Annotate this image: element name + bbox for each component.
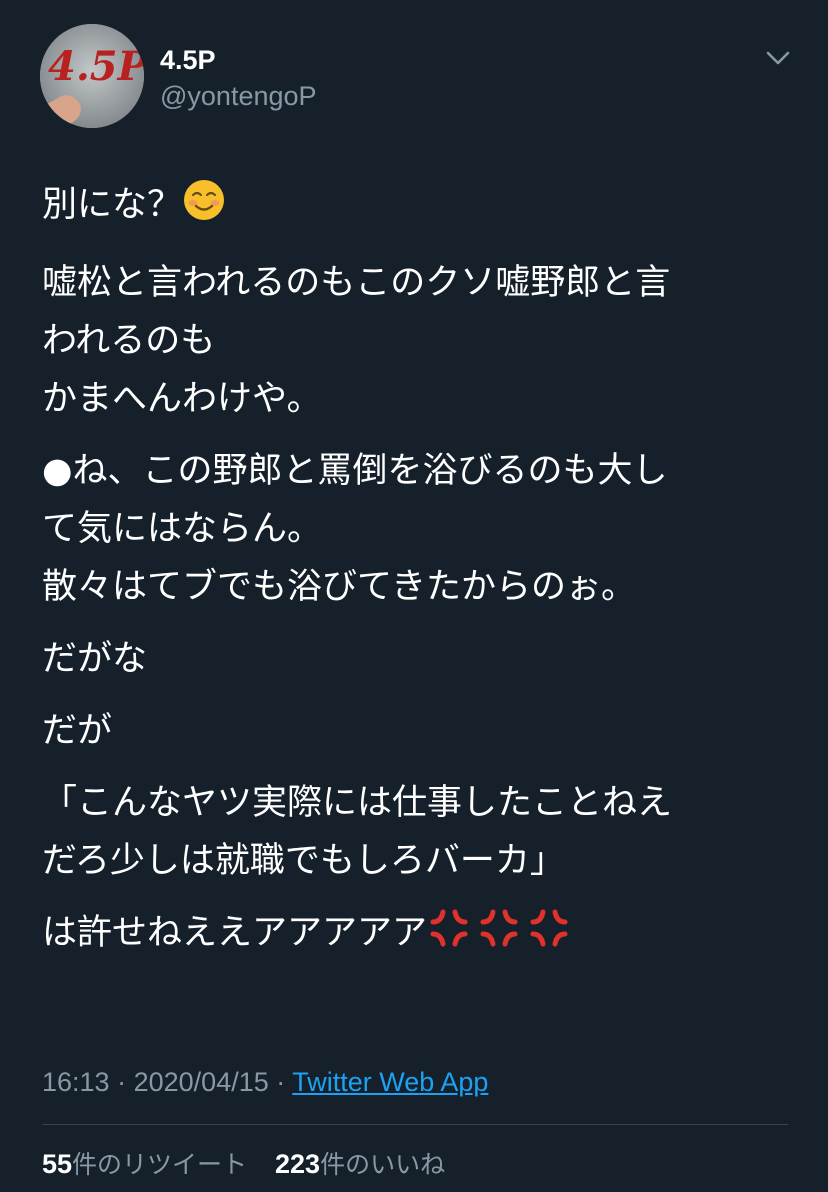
meta-separator: · <box>117 1067 127 1097</box>
tweet-line: は許せねええアアアアア <box>42 913 428 953</box>
anger-symbol-icon <box>477 906 521 968</box>
tweet-paragraph: 「こんなヤツ実際には仕事したことねえ だろ少しは就職でもしろバーカ」 <box>42 774 802 890</box>
tweet-paragraph: ●ね、この野郎と罵倒を浴びるのも大し て気にはならん。 散々はてブでも浴びてきた… <box>42 442 802 616</box>
tweet-time: 16:13 <box>42 1067 110 1097</box>
tweet-header: 4.5P 4.5P @yontengoP <box>40 24 800 128</box>
avatar[interactable]: 4.5P <box>40 24 144 128</box>
tweet-stats: 55件のリツイート 223件のいいね <box>42 1146 465 1183</box>
divider <box>42 1124 788 1125</box>
avatar-lettering: 4.5P <box>48 43 144 90</box>
tweet-paragraph: 嘘松と言われるのもこのクソ嘘野郎と言 われるのも かまへんわけや。 <box>42 254 802 428</box>
tweet-paragraph: 別にな？ <box>42 176 802 240</box>
avatar-image: 4.5P <box>40 24 144 128</box>
anger-symbol-icon <box>527 906 571 968</box>
like-label: 件のいいね <box>320 1150 446 1179</box>
retweet-count: 55 <box>42 1149 73 1179</box>
tweet-line: 別にな？ <box>42 185 183 225</box>
user-handle[interactable]: @yontengoP <box>160 80 317 112</box>
tweet-paragraph: だがな <box>42 630 802 688</box>
anger-emoji-group <box>427 909 577 953</box>
tweet-line: だがな <box>42 639 148 679</box>
tweet-meta: 16:13 · 2020/04/15 · Twitter Web App <box>42 1064 488 1100</box>
tweet-text: 別にな？ 嘘松と言われるのもこのクソ嘘野郎と言 われるのも かまへんわけや。 ●… <box>42 176 802 982</box>
display-name[interactable]: 4.5P <box>160 44 317 76</box>
retweet-label: 件のリツイート <box>72 1150 248 1179</box>
tweet-line: て気にはならん。 <box>42 509 323 549</box>
tweet-date: 2020/04/15 <box>133 1067 269 1097</box>
chevron-down-icon[interactable] <box>762 42 794 74</box>
tweet-line: だが <box>42 711 113 751</box>
meta-separator: · <box>276 1067 286 1097</box>
tweet-line: 散々はてブでも浴びてきたからのぉ。 <box>42 567 636 607</box>
anger-symbol-icon <box>427 906 471 968</box>
like-count: 223 <box>275 1149 321 1179</box>
tweet-line: かまへんわけや。 <box>42 379 322 419</box>
source-link[interactable]: Twitter Web App <box>292 1067 488 1097</box>
tweet-line: ●ね、この野郎と罵倒を浴びるのも大し <box>42 451 668 491</box>
author-names: 4.5P @yontengoP <box>160 44 317 112</box>
tweet-line: 「こんなヤツ実際には仕事したことねえ <box>42 783 673 823</box>
smiling-face-icon <box>182 178 226 240</box>
retweets-stat[interactable]: 55件のリツイート <box>42 1149 248 1179</box>
tweet-line: われるのも <box>42 321 216 361</box>
tweet-line: 嘘松と言われるのもこのクソ嘘野郎と言 <box>42 263 671 303</box>
tweet-line: だろ少しは就職でもしろバーカ」 <box>42 841 565 881</box>
likes-stat[interactable]: 223件のいいね <box>275 1149 446 1179</box>
tweet-paragraph: は許せねええアアアアア <box>42 904 802 968</box>
tweet-paragraph: だが <box>42 702 802 760</box>
